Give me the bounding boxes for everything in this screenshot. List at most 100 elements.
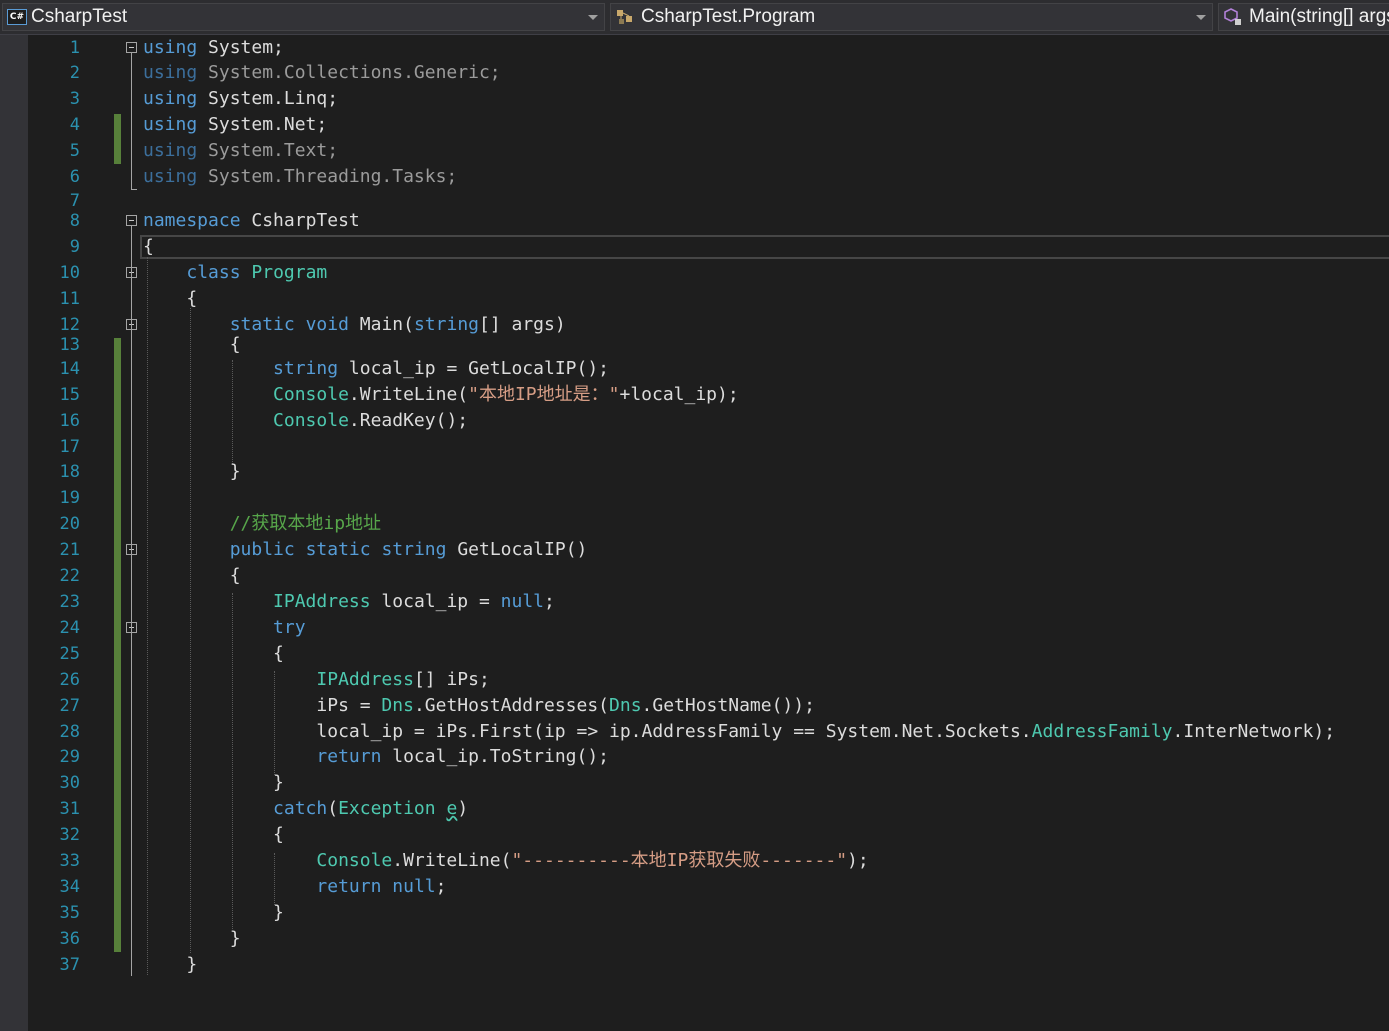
line-number: 32 <box>59 825 80 845</box>
code-line[interactable]: //获取本地ip地址 <box>143 513 381 535</box>
keyword-token: using <box>143 114 198 135</box>
code-line[interactable]: return local_ip.ToString(); <box>143 746 609 768</box>
code-line[interactable]: } <box>143 954 197 976</box>
type-token: Program <box>251 262 328 283</box>
code-token: } <box>143 954 198 975</box>
code-line[interactable]: iPs = Dns.GetHostAddresses(Dns.GetHostNa… <box>143 695 815 717</box>
type-dropdown[interactable]: CsharpTest.Program <box>610 3 1213 31</box>
code-line[interactable]: } <box>143 928 241 950</box>
code-token: { <box>143 824 284 845</box>
code-line[interactable]: static void Main(string[] args) <box>143 314 566 336</box>
line-number: 36 <box>59 929 80 949</box>
code-token: CsharpTest <box>240 210 360 231</box>
code-token: { <box>143 334 241 355</box>
code-editor[interactable]: 1 using System; 2 using System.Collections.… <box>0 35 1389 1031</box>
line-number: 15 <box>59 385 80 405</box>
line-number: 21 <box>59 540 80 560</box>
code-line[interactable]: } <box>143 902 284 924</box>
code-token: .GetHostAddresses( <box>413 695 610 716</box>
code-token: ) <box>457 798 469 819</box>
line-number: 12 <box>59 315 80 335</box>
code-line[interactable]: { <box>143 643 284 665</box>
type-token: Dns <box>609 695 642 716</box>
code-line[interactable]: return null; <box>143 876 446 898</box>
code-line[interactable]: catch(Exception e) <box>143 798 468 820</box>
code-line[interactable]: IPAddress local_ip = null; <box>143 591 555 613</box>
collapse-icon[interactable] <box>126 215 137 226</box>
type-token: IPAddress <box>316 669 414 690</box>
code-line[interactable]: Console.WriteLine("----------本地IP获取失败---… <box>143 850 869 872</box>
code-line[interactable]: } <box>143 772 284 794</box>
code-line[interactable]: public static string GetLocalIP() <box>143 539 588 561</box>
code-line[interactable]: class Program <box>143 262 327 284</box>
code-token: [] args) <box>479 314 566 335</box>
line-number: 30 <box>59 773 80 793</box>
line-number: 18 <box>59 462 80 482</box>
code-token: iPs = <box>143 695 382 716</box>
method-icon <box>1224 8 1241 25</box>
keyword-token: using <box>143 88 198 109</box>
indicator-margin[interactable] <box>0 35 28 1031</box>
code-line[interactable]: { <box>143 565 241 587</box>
keyword-token: string <box>381 539 447 560</box>
code-line[interactable]: IPAddress[] iPs; <box>143 669 489 691</box>
line-number: 28 <box>59 722 80 742</box>
keyword-token: void <box>305 314 349 335</box>
code-line[interactable]: using System.Linq; <box>143 88 338 110</box>
code-token: using <box>143 62 198 83</box>
code-line[interactable]: } <box>143 461 241 483</box>
code-token: Main( <box>348 314 414 335</box>
keyword-token: public <box>229 539 295 560</box>
line-number: 25 <box>59 644 80 664</box>
line-number: 19 <box>59 488 80 508</box>
code-line[interactable]: { <box>143 334 241 356</box>
keyword-token: string <box>413 314 479 335</box>
line-number: 26 <box>59 670 80 690</box>
keyword-token: string <box>273 358 339 379</box>
code-line[interactable]: Console.WriteLine("本地IP地址是："+local_ip); <box>143 384 739 406</box>
chevron-down-icon[interactable] <box>588 15 598 20</box>
line-number: 35 <box>59 903 80 923</box>
code-line[interactable]: using System.Collections.Generic; <box>143 62 501 84</box>
fold-line <box>131 226 132 976</box>
code-token: local_ip.ToString(); <box>381 746 609 767</box>
code-line[interactable]: try <box>143 617 306 639</box>
code-line[interactable]: using System; <box>143 37 284 59</box>
csharp-project-icon: C# <box>7 9 27 25</box>
code-line[interactable]: using System.Threading.Tasks; <box>143 166 457 188</box>
code-line[interactable]: { <box>143 288 197 310</box>
code-token: System.Threading.Tasks; <box>197 166 458 187</box>
code-line[interactable]: using System.Net; <box>143 114 327 136</box>
code-line[interactable]: Console.ReadKey(); <box>143 410 468 432</box>
member-dropdown-label: Main(string[] args) <box>1249 6 1389 27</box>
code-token: System.Linq; <box>197 88 339 109</box>
code-line[interactable]: using System.Text; <box>143 140 338 162</box>
chevron-down-icon[interactable] <box>1196 15 1206 20</box>
code-line[interactable]: { <box>143 824 284 846</box>
line-number: 11 <box>59 289 80 309</box>
keyword-token: static <box>305 539 371 560</box>
code-line[interactable]: namespace CsharpTest <box>143 210 360 232</box>
project-dropdown[interactable]: C# CsharpTest <box>2 3 605 31</box>
code-token: ); <box>847 850 869 871</box>
code-line[interactable]: local_ip = iPs.First(ip => ip.AddressFam… <box>143 721 1335 743</box>
collapse-icon[interactable] <box>126 42 137 53</box>
member-dropdown[interactable]: Main(string[] args) <box>1218 3 1389 31</box>
code-line[interactable]: { <box>143 236 154 258</box>
change-marker <box>114 338 121 952</box>
type-token: AddressFamily <box>1031 721 1173 742</box>
line-number: 24 <box>59 618 80 638</box>
code-token: System.Collections.Generic; <box>197 62 501 83</box>
code-token: .WriteLine( <box>348 384 469 405</box>
keyword-token: try <box>273 617 306 638</box>
code-line[interactable]: string local_ip = GetLocalIP(); <box>143 358 609 380</box>
